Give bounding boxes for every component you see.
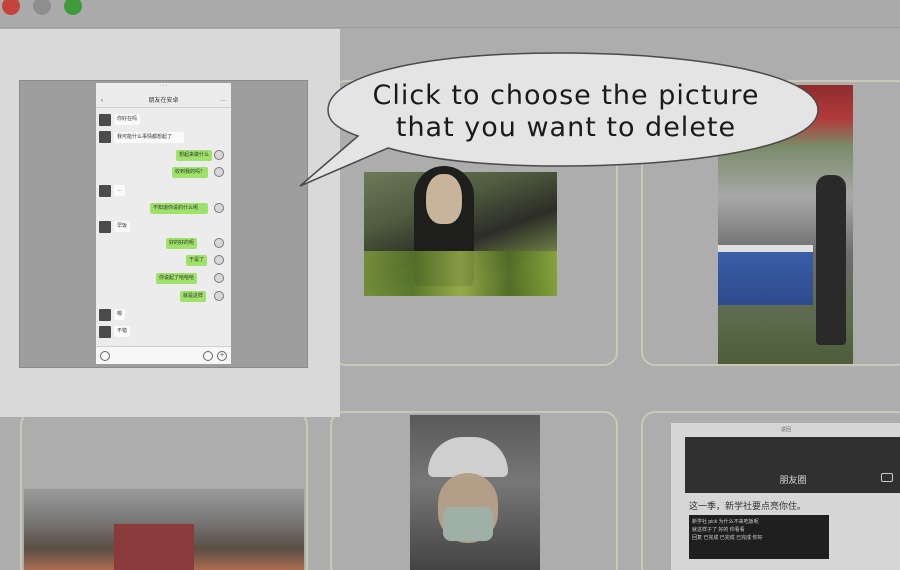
- camera-icon: [881, 473, 893, 482]
- moments-block-line: 就这样子了 好的 你看看: [692, 527, 745, 533]
- moments-post-text: 这一季，新学社要点亮你住。: [689, 501, 807, 511]
- chat-message: …: [114, 185, 125, 196]
- photo-card-tree[interactable]: [20, 411, 308, 570]
- tooltip-line-2: that you want to delete: [395, 112, 737, 143]
- chat-message: 我可能什么事情都想起了: [114, 132, 184, 143]
- plus-icon: +: [217, 351, 227, 361]
- chat-message: 想起来做什么: [176, 150, 213, 161]
- avatar: [99, 114, 111, 126]
- moments-screenshot: 返回 朋友圈 这一季，新学社要点亮你住。 新学社 pick 为什么不来吃饭呢 就…: [671, 423, 900, 570]
- avatar: [214, 203, 224, 213]
- chat-message: 早饭: [114, 221, 131, 232]
- chat-message: 于是了: [186, 255, 208, 266]
- chat-title: 朋友在安卓: [148, 98, 179, 104]
- avatar: [99, 326, 111, 338]
- moments-header: 朋友圈: [685, 437, 900, 493]
- window-titlebar: [0, 0, 900, 28]
- moments-top-label: 返回: [780, 427, 791, 433]
- moments-title: 朋友圈: [779, 475, 807, 485]
- maximize-icon[interactable]: [64, 0, 82, 15]
- chat-message: 好的好的呢: [166, 238, 198, 249]
- photo-card-moments[interactable]: 返回 朋友圈 这一季，新学社要点亮你住。 新学社 pick 为什么不来吃饭呢 就…: [641, 411, 900, 570]
- tooltip-text: Click to choose the picture that you wan…: [346, 80, 786, 144]
- chat-header: ‹ 朋友在安卓 ···: [96, 94, 231, 108]
- avatar: [99, 309, 111, 321]
- photo-card-cap[interactable]: [330, 411, 618, 570]
- avatar: [99, 185, 111, 197]
- moments-post-block: 新学社 pick 为什么不来吃饭呢 就这样子了 好的 你看看 回复 已完成 已完…: [689, 515, 829, 559]
- voice-icon: [100, 351, 110, 361]
- photo-cap-image: [410, 415, 540, 570]
- avatar: [214, 255, 224, 265]
- chat-input-bar: +: [96, 346, 231, 364]
- emoji-icon: [203, 351, 213, 361]
- chat-message: 不知道你说的什么呢: [150, 203, 208, 214]
- avatar: [214, 291, 224, 301]
- chat-message: 你好在吗: [114, 114, 141, 125]
- close-icon[interactable]: [2, 0, 20, 15]
- back-icon: ‹: [101, 98, 103, 104]
- chat-screenshot[interactable]: · · · ‹ 朋友在安卓 ··· 你好在吗 我可能什么事情都想起了 想起来做什…: [96, 83, 231, 364]
- more-icon: ···: [220, 98, 226, 104]
- avatar: [99, 221, 111, 233]
- chat-message: 你说起了哈哈哈: [156, 273, 198, 284]
- avatar: [99, 131, 111, 143]
- avatar: [214, 238, 224, 248]
- avatar: [214, 273, 224, 283]
- minimize-icon[interactable]: [33, 0, 51, 15]
- chat-message: 收到我的吗？: [172, 167, 209, 178]
- avatar: [214, 150, 224, 160]
- moments-block-line: 新学社 pick 为什么不来吃饭呢: [692, 519, 759, 525]
- moments-block-line: 回复 已完成 已完成 已完成 你好: [692, 535, 763, 541]
- chat-message: 嗯: [114, 309, 126, 320]
- avatar: [214, 167, 224, 177]
- phone-status-bar: · · ·: [159, 83, 168, 89]
- photo-tree-image: [24, 489, 304, 570]
- chat-message: 就是这样: [180, 291, 207, 302]
- tooltip-line-1: Click to choose the picture: [372, 80, 760, 111]
- chat-message: 不错: [114, 326, 131, 337]
